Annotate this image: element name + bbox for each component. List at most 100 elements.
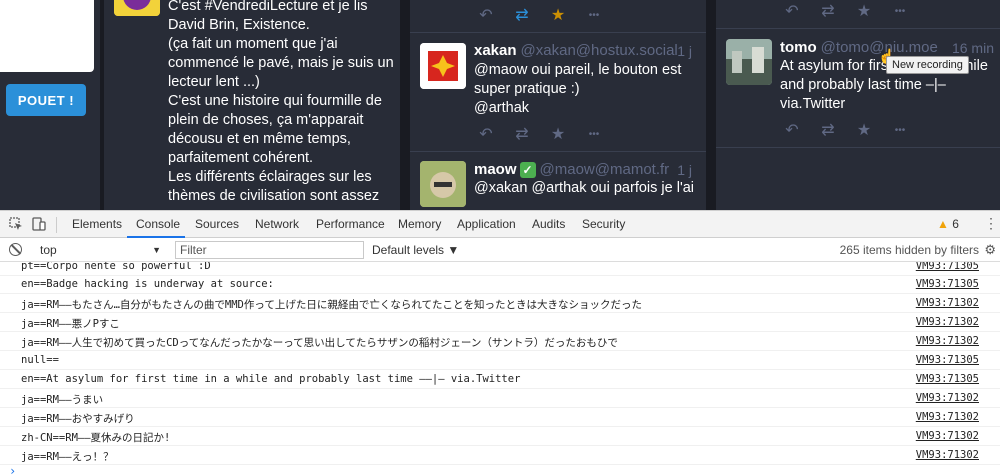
log-message: ja==RM––もたさん…自分がもたさんの曲でMMD作って上げた日に親経由で亡く… bbox=[21, 299, 643, 311]
status-line: @arthak bbox=[474, 100, 530, 116]
account-handle: @maow@mamot.fr bbox=[539, 161, 670, 178]
more-options-icon[interactable]: ⋮ bbox=[984, 215, 998, 232]
log-row: en==At asylum for first time in a while … bbox=[0, 370, 1000, 389]
tab-memory[interactable]: Memory bbox=[398, 217, 441, 231]
status-action-bar: ↶ ⇄ ★ ••• bbox=[774, 119, 918, 141]
warning-icon: ▲ bbox=[937, 217, 949, 231]
favourite-icon[interactable]: ★ bbox=[846, 119, 882, 141]
log-message: ja==RM––人生で初めて買ったCDってなんだったかなーって思い出してたらサザ… bbox=[21, 337, 618, 349]
occitan-cross-icon bbox=[420, 43, 466, 89]
tab-elements[interactable]: Elements bbox=[72, 217, 122, 231]
log-source-link[interactable]: VM93:71302 bbox=[916, 392, 979, 404]
log-message: zh-CN==RM––夏休みの日記か! bbox=[21, 432, 171, 444]
filter-input[interactable] bbox=[175, 241, 364, 259]
log-source-link[interactable]: VM93:71305 bbox=[916, 373, 979, 385]
avatar[interactable] bbox=[420, 43, 466, 89]
context-value: top bbox=[40, 243, 57, 257]
reply-icon[interactable]: ↶ bbox=[468, 4, 504, 26]
tooltip: New recording bbox=[886, 56, 969, 74]
tab-network[interactable]: Network bbox=[255, 217, 299, 231]
log-source-link[interactable]: VM93:71305 bbox=[916, 278, 979, 290]
log-row: zh-CN==RM––夏休みの日記か! VM93:71302 bbox=[0, 427, 1000, 446]
mastodon-app: POUET ! C'est #VendrediLecture et je lis… bbox=[0, 0, 1000, 210]
log-source-link[interactable]: VM93:71302 bbox=[916, 297, 979, 309]
status-line: plein de choses, ça m'apparait bbox=[168, 112, 364, 128]
log-source-link[interactable]: VM93:71302 bbox=[916, 430, 979, 442]
more-icon[interactable]: ••• bbox=[576, 4, 612, 26]
more-icon[interactable]: ••• bbox=[882, 119, 918, 141]
avatar[interactable] bbox=[420, 161, 466, 207]
status-line: Les différents éclairages sur les bbox=[168, 169, 372, 185]
status-line: décousu et en même temps, bbox=[168, 131, 351, 147]
status[interactable]: maow ✓ @maow@mamot.fr 1 j @xakan @arthak o… bbox=[410, 153, 706, 210]
status[interactable]: tomo @tomo@niu.moe 16 min At asylum for f… bbox=[716, 28, 1000, 148]
favourite-icon[interactable]: ★ bbox=[540, 4, 576, 26]
log-row: ja==RM––人生で初めて買ったCDってなんだったかなーって思い出してたらサザ… bbox=[0, 332, 1000, 351]
log-source-link[interactable]: VM93:71302 bbox=[916, 411, 979, 423]
log-message: ja==RM––おやすみげり bbox=[21, 413, 135, 425]
status-line: thèmes de civilisation sont assez bbox=[168, 188, 380, 204]
status-time[interactable]: 1 j bbox=[677, 162, 692, 178]
status-content: @xakan @arthak oui parfois je l'ai bbox=[474, 179, 704, 198]
display-name-text: maow bbox=[474, 161, 517, 178]
reply-icon[interactable]: ↶ bbox=[774, 119, 810, 141]
devtools-tabbar: Elements Console Sources Network Perform… bbox=[0, 211, 1000, 238]
reply-icon[interactable]: ↶ bbox=[774, 0, 810, 22]
log-source-link[interactable]: VM93:71305 bbox=[916, 354, 979, 366]
avatar[interactable] bbox=[726, 39, 772, 85]
boost-icon[interactable]: ⇄ bbox=[810, 119, 846, 141]
separator bbox=[56, 217, 57, 233]
more-icon[interactable]: ••• bbox=[882, 0, 918, 22]
tab-console[interactable]: Console bbox=[136, 217, 180, 231]
inspect-element-icon[interactable] bbox=[9, 217, 23, 231]
devtools-panel: Elements Console Sources Network Perform… bbox=[0, 210, 1000, 475]
log-row: ja==RM––おやすみげり VM93:71302 bbox=[0, 408, 1000, 427]
status[interactable]: xakan @xakan@hostux.social 1 j @maow oui … bbox=[410, 32, 706, 152]
more-icon[interactable]: ••• bbox=[576, 123, 612, 145]
boost-icon[interactable]: ⇄ bbox=[504, 4, 540, 26]
avatar[interactable] bbox=[114, 0, 160, 16]
display-name-text: tomo bbox=[780, 39, 817, 56]
clear-console-icon[interactable] bbox=[9, 243, 22, 256]
log-message: en==Badge hacking is underway at source: bbox=[21, 278, 274, 290]
warnings-counter[interactable]: ▲ 6 bbox=[937, 217, 959, 231]
reply-icon[interactable]: ↶ bbox=[468, 123, 504, 145]
display-name[interactable]: tomo @tomo@niu.moe bbox=[780, 39, 938, 56]
column-federated: ↶ ⇄ ★ ••• tomo @tomo@niu.moe 16 min At as… bbox=[716, 0, 1000, 210]
display-name[interactable]: maow ✓ @maow@mamot.fr bbox=[474, 161, 669, 178]
log-row: ja==RM––えっ！？ VM93:71302 bbox=[0, 446, 1000, 465]
column-notifications: ↶ ⇄ ★ ••• xakan @xakan@hostux.social 1 j … bbox=[410, 0, 706, 210]
boost-icon[interactable]: ⇄ bbox=[504, 123, 540, 145]
tab-audits[interactable]: Audits bbox=[532, 217, 565, 231]
context-select[interactable]: top ▼ bbox=[33, 241, 165, 259]
verified-icon: ✓ bbox=[519, 162, 536, 178]
tab-performance[interactable]: Performance bbox=[316, 217, 385, 231]
status-content: C'est #VendrediLecture et je lis David B… bbox=[168, 0, 398, 206]
tab-sources[interactable]: Sources bbox=[195, 217, 239, 231]
console-log: pt==Corpo nente so powerful :D VM93:71305… bbox=[0, 262, 1000, 475]
boost-icon[interactable]: ⇄ bbox=[810, 0, 846, 22]
log-row: ja==RM––悪ノPすこ VM93:71302 bbox=[0, 313, 1000, 332]
status-line: super pratique :) bbox=[474, 81, 580, 97]
log-source-link[interactable]: VM93:71305 bbox=[916, 262, 979, 272]
console-prompt-icon[interactable]: › bbox=[9, 464, 16, 475]
display-name[interactable]: xakan @xakan@hostux.social bbox=[474, 42, 678, 59]
tab-application[interactable]: Application bbox=[457, 217, 516, 231]
device-toolbar-icon[interactable] bbox=[32, 217, 46, 231]
pouet-button[interactable]: POUET ! bbox=[6, 84, 86, 116]
log-source-link[interactable]: VM93:71302 bbox=[916, 449, 979, 461]
log-message: en==At asylum for first time in a while … bbox=[21, 373, 521, 385]
log-levels-dropdown[interactable]: Default levels ▼ bbox=[372, 243, 459, 257]
console-settings-icon[interactable]: ⚙ bbox=[984, 242, 996, 258]
status-line: (ça fait un moment que j'ai bbox=[168, 36, 338, 52]
log-source-link[interactable]: VM93:71302 bbox=[916, 316, 979, 328]
favourite-icon[interactable]: ★ bbox=[846, 0, 882, 22]
compose-textarea[interactable] bbox=[0, 0, 94, 72]
tab-security[interactable]: Security bbox=[582, 217, 625, 231]
log-row: null== VM93:71305 bbox=[0, 351, 1000, 370]
status-time[interactable]: 16 min bbox=[952, 40, 994, 56]
status-line: and probably last time –|– bbox=[780, 77, 946, 93]
favourite-icon[interactable]: ★ bbox=[540, 123, 576, 145]
status-time[interactable]: 1 j bbox=[677, 43, 692, 59]
log-source-link[interactable]: VM93:71302 bbox=[916, 335, 979, 347]
